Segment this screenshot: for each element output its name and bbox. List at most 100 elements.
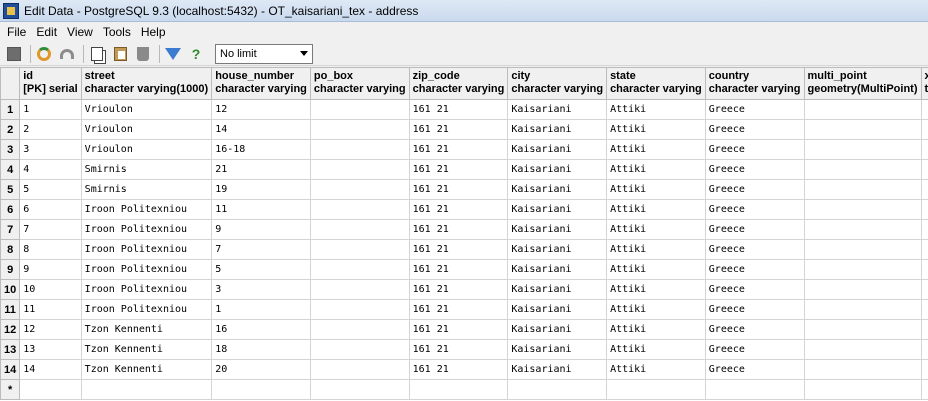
cell-state[interactable]: Attiki (606, 179, 706, 200)
cell-multi-point[interactable] (803, 259, 922, 280)
cell-street[interactable]: Iroon Politexniou (80, 259, 213, 280)
cell-xal-source[interactable] (920, 259, 928, 280)
cell-id[interactable]: 9 (19, 259, 82, 280)
menu-file[interactable]: File (2, 25, 31, 39)
cell-house-number[interactable]: 20 (211, 359, 311, 380)
cell-city[interactable] (507, 379, 608, 400)
grid-corner[interactable] (0, 67, 21, 100)
cell-multi-point[interactable] (803, 219, 922, 240)
help-button[interactable]: ? (186, 44, 206, 64)
cell-zip-code[interactable]: 161 21 (408, 239, 509, 260)
cell-multi-point[interactable] (803, 99, 922, 120)
cell-state[interactable]: Attiki (606, 319, 706, 340)
cell-xal-source[interactable] (920, 319, 928, 340)
cell-multi-point[interactable] (803, 359, 922, 380)
cell-xal-source[interactable] (920, 379, 928, 400)
cell-house-number[interactable]: 1 (211, 299, 311, 320)
row-header[interactable]: 10 (0, 279, 21, 300)
cell-state[interactable]: Attiki (606, 159, 706, 180)
cell-street[interactable]: Vrioulon (80, 139, 213, 160)
cell-house-number[interactable]: 7 (211, 239, 311, 260)
cell-po-box[interactable] (309, 259, 410, 280)
refresh-button[interactable] (34, 44, 54, 64)
column-header-zip-code[interactable]: zip_code character varying (408, 67, 509, 100)
cell-zip-code[interactable]: 161 21 (408, 199, 509, 220)
menu-edit[interactable]: Edit (31, 25, 62, 39)
cell-xal-source[interactable] (920, 339, 928, 360)
row-header[interactable]: 2 (0, 119, 21, 140)
cell-city[interactable]: Kaisariani (507, 359, 608, 380)
cell-house-number[interactable]: 16-18 (211, 139, 311, 160)
cell-country[interactable]: Greece (704, 119, 805, 140)
cell-id[interactable]: 12 (19, 319, 82, 340)
cell-id[interactable]: 2 (19, 119, 82, 140)
cell-city[interactable]: Kaisariani (507, 119, 608, 140)
cell-zip-code[interactable]: 161 21 (408, 259, 509, 280)
cell-po-box[interactable] (309, 159, 410, 180)
cell-city[interactable]: Kaisariani (507, 219, 608, 240)
cell-street[interactable]: Iroon Politexniou (80, 219, 213, 240)
cell-state[interactable]: Attiki (606, 239, 706, 260)
row-header[interactable]: * (0, 379, 21, 400)
cell-multi-point[interactable] (803, 319, 922, 340)
cell-po-box[interactable] (309, 199, 410, 220)
cell-street[interactable]: Iroon Politexniou (80, 279, 213, 300)
cell-po-box[interactable] (309, 119, 410, 140)
cell-house-number[interactable]: 18 (211, 339, 311, 360)
column-header-house-number[interactable]: house_number character varying (211, 67, 311, 100)
cell-po-box[interactable] (309, 279, 410, 300)
cell-country[interactable]: Greece (704, 179, 805, 200)
cell-xal-source[interactable] (920, 179, 928, 200)
cell-xal-source[interactable] (920, 159, 928, 180)
column-header-country[interactable]: country character varying (704, 67, 805, 100)
cell-multi-point[interactable] (803, 199, 922, 220)
cell-house-number[interactable]: 16 (211, 319, 311, 340)
cell-street[interactable]: Iroon Politexniou (80, 239, 213, 260)
cell-po-box[interactable] (309, 379, 410, 400)
row-header[interactable]: 1 (0, 99, 21, 120)
cell-house-number[interactable]: 21 (211, 159, 311, 180)
cell-state[interactable]: Attiki (606, 339, 706, 360)
cell-street[interactable]: Vrioulon (80, 119, 213, 140)
cell-country[interactable]: Greece (704, 199, 805, 220)
cell-country[interactable]: Greece (704, 239, 805, 260)
cell-po-box[interactable] (309, 299, 410, 320)
cell-city[interactable]: Kaisariani (507, 99, 608, 120)
cell-multi-point[interactable] (803, 119, 922, 140)
row-header[interactable]: 4 (0, 159, 21, 180)
cell-city[interactable]: Kaisariani (507, 139, 608, 160)
cell-xal-source[interactable] (920, 299, 928, 320)
row-header[interactable]: 12 (0, 319, 21, 340)
cell-country[interactable]: Greece (704, 139, 805, 160)
cell-multi-point[interactable] (803, 239, 922, 260)
cell-zip-code[interactable]: 161 21 (408, 159, 509, 180)
cell-state[interactable]: Attiki (606, 139, 706, 160)
cell-house-number[interactable]: 19 (211, 179, 311, 200)
cell-multi-point[interactable] (803, 339, 922, 360)
cell-id[interactable]: 5 (19, 179, 82, 200)
cell-country[interactable]: Greece (704, 319, 805, 340)
row-limit-select[interactable]: No limit (215, 43, 313, 64)
cell-house-number[interactable]: 14 (211, 119, 311, 140)
paste-button[interactable] (110, 44, 130, 64)
cell-multi-point[interactable] (803, 179, 922, 200)
cell-state[interactable]: Attiki (606, 199, 706, 220)
cell-id[interactable]: 6 (19, 199, 82, 220)
cell-city[interactable]: Kaisariani (507, 279, 608, 300)
cell-city[interactable]: Kaisariani (507, 319, 608, 340)
cell-po-box[interactable] (309, 319, 410, 340)
cell-zip-code[interactable]: 161 21 (408, 339, 509, 360)
cell-country[interactable]: Greece (704, 339, 805, 360)
cell-street[interactable]: Tzon Kennenti (80, 319, 213, 340)
cell-id[interactable]: 7 (19, 219, 82, 240)
cell-state[interactable]: Attiki (606, 279, 706, 300)
row-header[interactable]: 9 (0, 259, 21, 280)
cell-state[interactable]: Attiki (606, 119, 706, 140)
cell-street[interactable]: Smirnis (80, 179, 213, 200)
cell-state[interactable]: Attiki (606, 99, 706, 120)
cell-country[interactable]: Greece (704, 279, 805, 300)
cell-state[interactable]: Attiki (606, 259, 706, 280)
menu-tools[interactable]: Tools (98, 25, 136, 39)
cell-multi-point[interactable] (803, 159, 922, 180)
cell-city[interactable]: Kaisariani (507, 299, 608, 320)
